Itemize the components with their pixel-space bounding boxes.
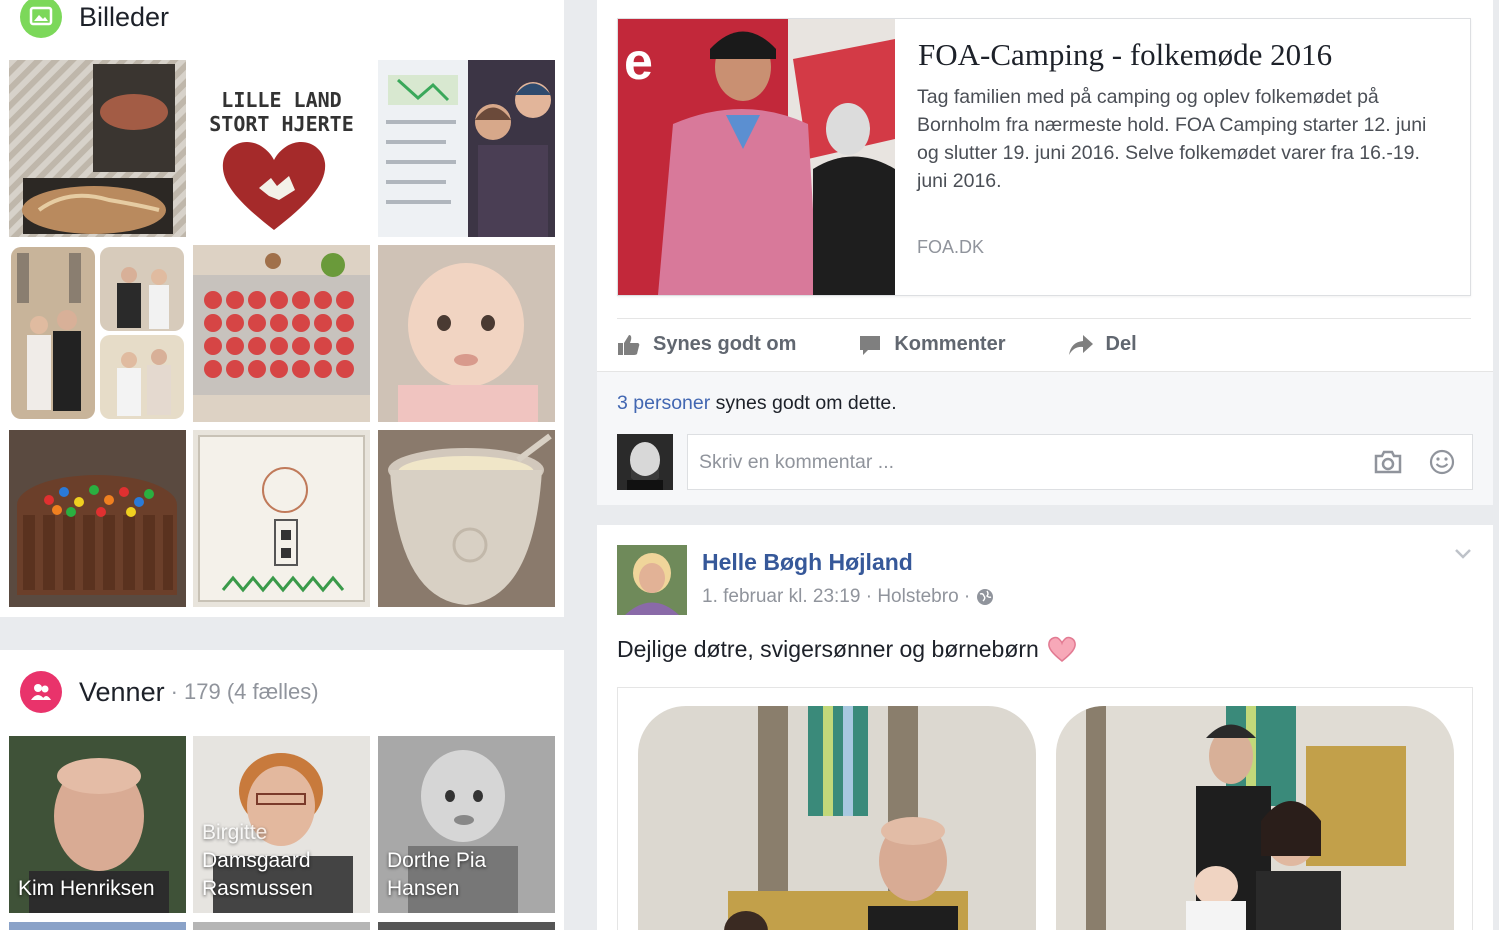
photos-title[interactable]: Billeder [79, 2, 169, 33]
post-timestamp-location[interactable]: 1. februar kl. 23:19 · Holstebro · [702, 586, 970, 608]
friend-tile-kim[interactable]: Kim Henriksen [9, 736, 186, 913]
friend-tile-next-partial[interactable] [9, 922, 186, 930]
likes-people-link[interactable]: 3 personer [617, 392, 710, 414]
heart-emoji-icon [1047, 636, 1076, 662]
svg-text:e: e [624, 33, 653, 91]
chevron-down-icon[interactable] [1453, 547, 1473, 561]
globe-icon[interactable] [976, 588, 994, 606]
photo-tile-coffee-cup[interactable] [378, 430, 555, 607]
friends-icon [20, 671, 62, 713]
link-preview[interactable]: e FOA-Camping - folkemøde 2016 Tag famil… [617, 18, 1471, 296]
shared-link-post: e FOA-Camping - folkemøde 2016 Tag famil… [597, 0, 1493, 505]
like-button-label: Synes godt om [653, 333, 797, 355]
friends-count: · 179 (4 fælles) [170, 679, 319, 704]
post-photo[interactable] [638, 706, 1036, 930]
friends-header[interactable]: Venner · 179 (4 fælles) [20, 671, 319, 713]
photo-tile-heart-sign[interactable]: LILLE LAND STORT HJERTE [193, 60, 370, 237]
friends-card: Venner · 179 (4 fælles) Kim Henriksen Bi… [0, 650, 564, 930]
friends-title[interactable]: Venner [79, 677, 165, 708]
heart-drawing-icon [222, 142, 326, 230]
avatar[interactable] [617, 545, 687, 615]
post-photo[interactable] [1056, 706, 1454, 930]
photo-tile-family-collage[interactable] [9, 245, 186, 422]
post-photo-grid [617, 687, 1473, 930]
friend-tile-birgitte[interactable]: Birgitte Damsgaard Rasmussen [193, 736, 370, 913]
post-text-body: Dejlige døtre, svigersønner og børnebørn [617, 635, 1039, 662]
friend-tile-next-partial[interactable] [193, 922, 370, 930]
camera-icon[interactable] [1374, 450, 1402, 474]
friend-name-line1: Dorthe Pia [387, 849, 487, 872]
photo-tile-bread[interactable] [9, 60, 186, 237]
photo-tile-cakes[interactable] [193, 245, 370, 422]
likes-summary: 3 personer synes godt om dette. [617, 392, 897, 415]
friend-name[interactable]: Birgitte Damsgaard Rasmussen [202, 819, 313, 903]
likes-summary-rest: synes godt om dette. [710, 392, 897, 414]
friend-name-line2: Hansen [387, 877, 460, 900]
friend-name[interactable]: Kim Henriksen [18, 875, 155, 903]
friend-name-line3: Rasmussen [202, 877, 313, 900]
post-text: Dejlige døtre, svigersønner og børnebørn [617, 635, 1077, 663]
share-button[interactable]: Del [1068, 333, 1137, 356]
share-button-label: Del [1105, 333, 1137, 355]
photo-tile-map-selfie[interactable] [378, 60, 555, 237]
link-description: Tag familien med på camping og oplev fol… [917, 86, 1427, 192]
photo-post: Helle Bøgh Højland 1. februar kl. 23:19 … [597, 525, 1493, 930]
comment-button-label: Kommenter [894, 333, 1006, 355]
friend-name-line1: Birgitte [202, 821, 268, 844]
link-title[interactable]: FOA-Camping - folkemøde 2016 [918, 37, 1332, 73]
friend-tile-dorthe[interactable]: Dorthe Pia Hansen [378, 736, 555, 913]
like-icon [618, 334, 640, 355]
photo-tile-drawing[interactable] [193, 430, 370, 607]
comment-composer [687, 434, 1473, 490]
likes-and-comments: 3 personer synes godt om dette. [597, 371, 1493, 505]
friend-name[interactable]: Dorthe Pia Hansen [387, 847, 486, 903]
photos-card: Billeder LILLE LAND STORT HJERTE [0, 0, 564, 617]
comment-input[interactable] [688, 435, 1358, 489]
link-preview-image: e [618, 19, 895, 295]
like-button[interactable]: Synes godt om [617, 333, 796, 356]
comment-button[interactable]: Kommenter [858, 333, 1006, 356]
photos-header[interactable]: Billeder [20, 0, 169, 38]
friend-tile-next-partial[interactable] [378, 922, 555, 930]
avatar[interactable] [617, 434, 673, 490]
photo-tile-baby[interactable] [378, 245, 555, 422]
photos-icon [20, 0, 62, 38]
comment-icon [860, 335, 881, 355]
link-domain: FOA.DK [917, 237, 985, 257]
share-icon [1068, 334, 1093, 355]
post-meta: 1. februar kl. 23:19 · Holstebro · [702, 586, 994, 608]
heart-sign-line1: LILLE LAND [221, 88, 342, 112]
friend-name-line2: Damsgaard [202, 849, 311, 872]
heart-sign-line2: STORT HJERTE [209, 112, 354, 136]
post-actions: Synes godt om Kommenter Del [617, 318, 1471, 370]
photo-tile-candy-cake[interactable] [9, 430, 186, 607]
post-author-name[interactable]: Helle Bøgh Højland [702, 549, 913, 576]
smiley-icon[interactable] [1429, 449, 1455, 475]
